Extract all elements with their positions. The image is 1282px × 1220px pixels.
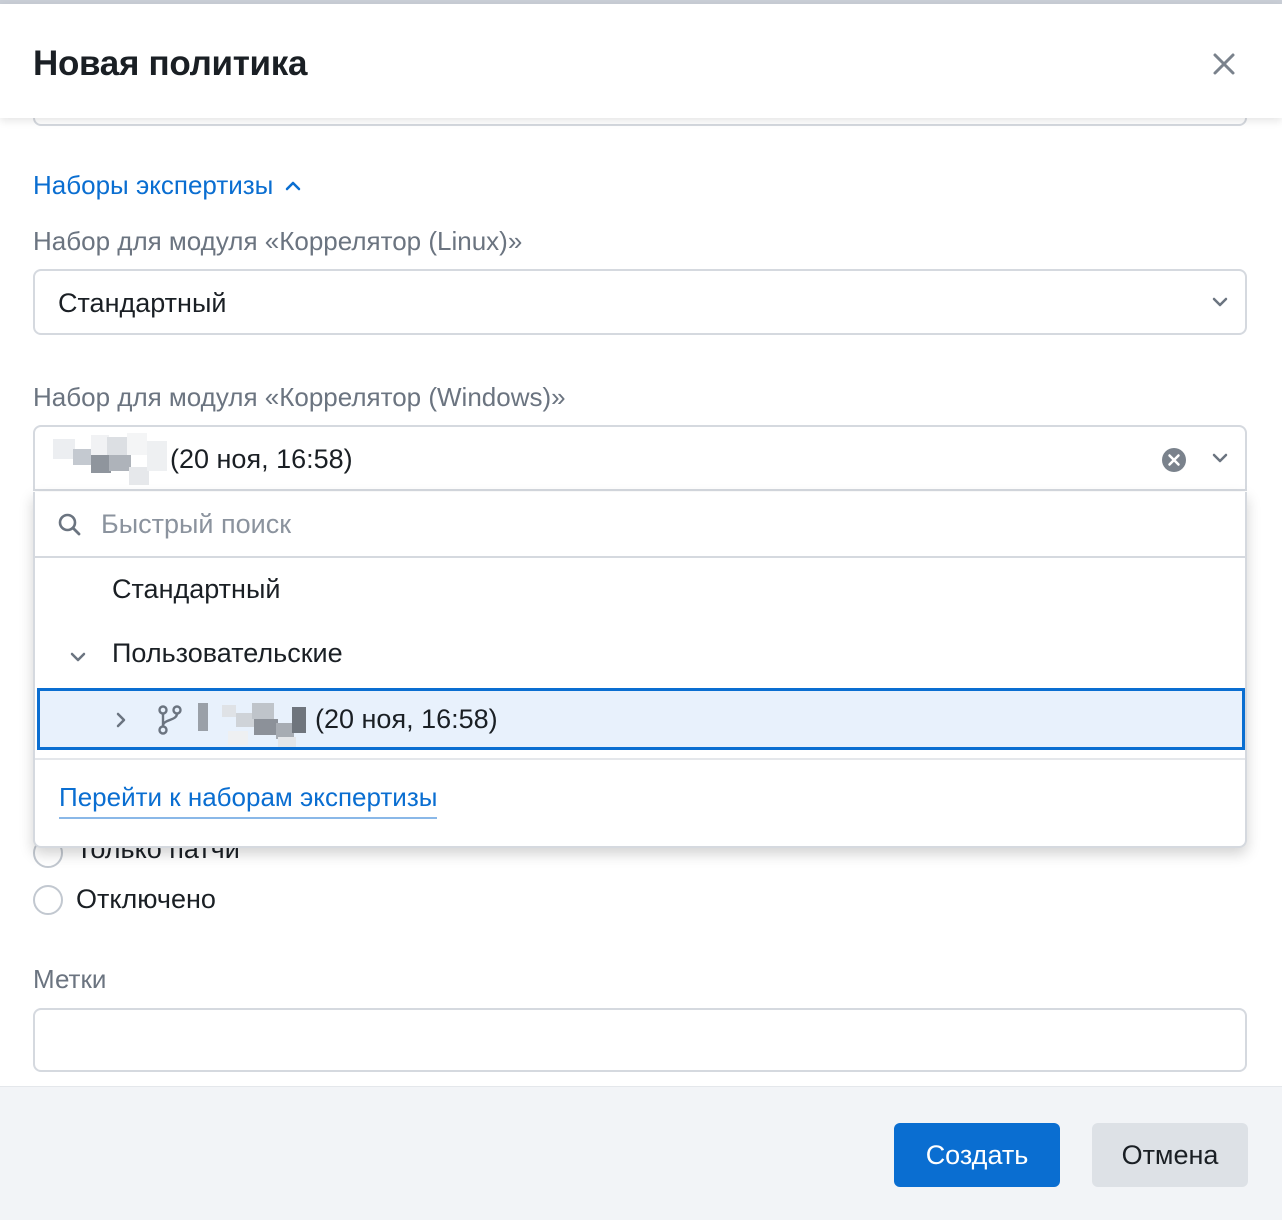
create-button[interactable]: Создать xyxy=(894,1123,1060,1187)
selected-set-label: (20 ноя, 16:58) xyxy=(315,704,498,734)
chevron-right-icon[interactable] xyxy=(114,711,128,729)
radio-disabled[interactable] xyxy=(33,885,63,915)
windows-set-value: (20 ноя, 16:58) xyxy=(170,444,353,474)
redacted-name xyxy=(198,701,318,747)
cancel-button[interactable]: Отмена xyxy=(1092,1123,1248,1187)
redacted-name xyxy=(47,427,171,489)
linux-set-value: Стандартный xyxy=(58,288,227,318)
dropdown-divider xyxy=(35,758,1245,760)
windows-set-label: Набор для модуля «Коррелятор (Windows)» xyxy=(33,382,566,412)
option-standard[interactable]: Стандартный xyxy=(112,574,280,605)
branch-icon xyxy=(158,705,182,735)
chevron-up-icon xyxy=(286,181,301,190)
goto-expertise-sets-link[interactable]: Перейти к наборам экспертизы xyxy=(59,782,438,819)
clear-icon[interactable] xyxy=(1161,447,1187,473)
close-icon[interactable] xyxy=(1206,46,1242,82)
tags-input[interactable] xyxy=(33,1008,1247,1072)
search-row xyxy=(35,492,1245,558)
dialog-header: Новая политика xyxy=(0,4,1282,118)
option-custom-group[interactable]: Пользовательские xyxy=(112,638,343,669)
tags-label: Метки xyxy=(33,964,107,994)
expertise-sets-toggle[interactable]: Наборы экспертизы xyxy=(33,170,301,201)
search-icon xyxy=(58,513,81,536)
search-input[interactable] xyxy=(101,502,1201,546)
linux-set-select[interactable]: Стандартный xyxy=(33,269,1247,335)
linux-set-label: Набор для модуля «Коррелятор (Linux)» xyxy=(33,226,523,256)
chevron-down-icon[interactable] xyxy=(1211,451,1229,465)
option-custom-set-selected[interactable]: (20 ноя, 16:58) xyxy=(37,688,1245,750)
set-dropdown-menu: Стандартный Пользовательские (20 ноя, 16… xyxy=(33,492,1247,848)
dialog-footer: Создать Отмена xyxy=(0,1086,1282,1220)
radio-disabled-label: Отключено xyxy=(76,884,216,914)
expertise-sets-label: Наборы экспертизы xyxy=(33,170,274,200)
windows-set-select[interactable]: (20 ноя, 16:58) xyxy=(33,425,1247,491)
chevron-down-icon[interactable] xyxy=(69,650,87,664)
chevron-down-icon xyxy=(1212,297,1228,307)
dialog-title: Новая политика xyxy=(33,44,308,83)
